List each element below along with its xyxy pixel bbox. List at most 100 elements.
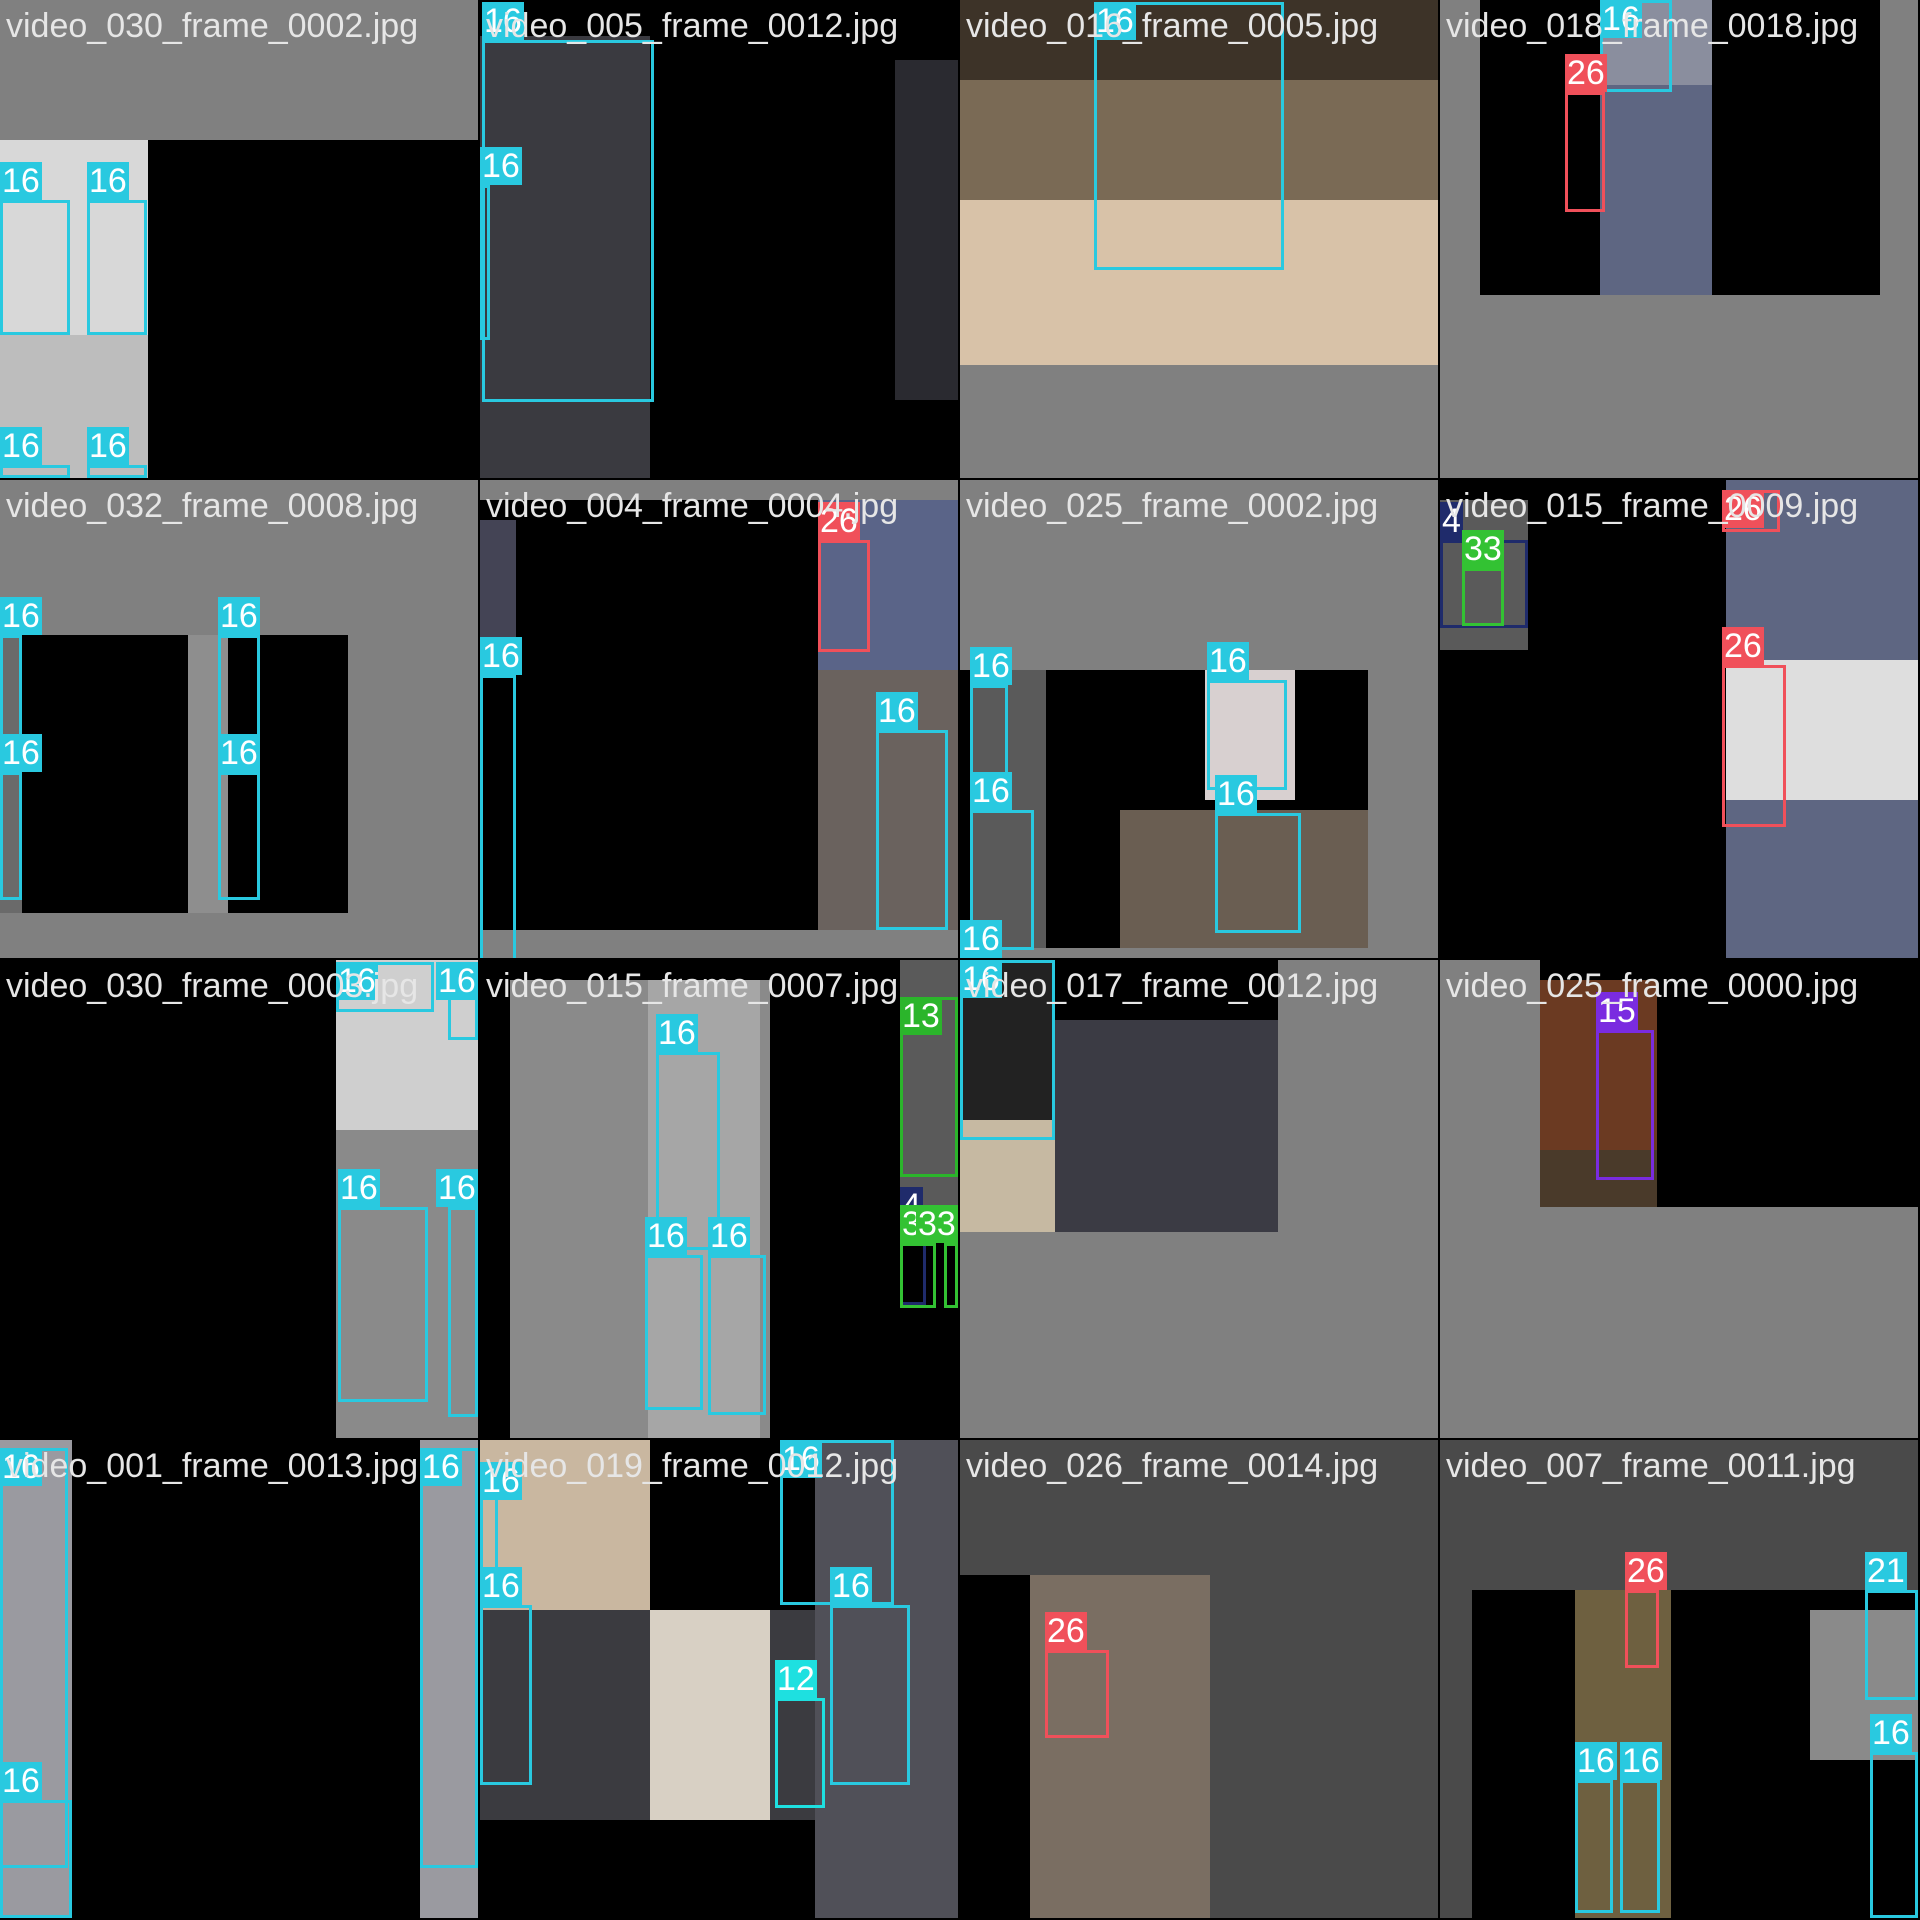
detection-box: [1722, 665, 1786, 827]
class-id-label: 16: [338, 1169, 380, 1207]
class-id-label: 26: [1625, 1552, 1667, 1590]
class-id-label: 21: [1865, 1552, 1907, 1590]
tile-filename: video_030_frame_0003.jpg: [6, 967, 419, 1005]
tile-filename: video_017_frame_0012.jpg: [966, 967, 1379, 1005]
class-id-label: 12: [775, 1660, 817, 1698]
mosaic-tile[interactable]: video_018_frame_0018.jpg 16 26: [1440, 0, 1918, 478]
detection-box: [448, 1207, 478, 1417]
class-id-label: 13: [900, 997, 942, 1035]
mosaic-grid: video_030_frame_0002.jpg 16 16 16 16 video_00…: [0, 0, 1920, 1920]
class-id-label: 16: [480, 1567, 522, 1605]
detection-box: [1462, 568, 1504, 626]
detection-box: [0, 1800, 72, 1918]
detection-box: [338, 1207, 428, 1402]
tile-filename: video_030_frame_0002.jpg: [6, 7, 419, 45]
detection-box: [830, 1605, 910, 1785]
mosaic-tile[interactable]: video_007_frame_0011.jpg 26 21 16 16 16: [1440, 1440, 1918, 1918]
class-id-label: 16: [0, 734, 42, 772]
tile-filename: video_015_frame_0007.jpg: [486, 967, 899, 1005]
tile-filename: video_007_frame_0011.jpg: [1446, 1447, 1856, 1485]
tile-filename: video_025_frame_0002.jpg: [966, 487, 1379, 525]
mosaic-tile[interactable]: video_004_frame_0004.jpg 26 16 16: [480, 480, 958, 958]
class-id-label: 16: [1215, 775, 1257, 813]
class-id-label: 16: [970, 647, 1012, 685]
class-id-label: 16: [480, 637, 522, 675]
tile-filename: video_019_frame_0012.jpg: [486, 1447, 899, 1485]
detection-box: [1596, 1030, 1654, 1180]
detection-box: [1575, 1780, 1613, 1913]
class-id-label: 33: [916, 1205, 958, 1243]
mosaic-tile[interactable]: video_005_frame_0012.jpg 16 16: [480, 0, 958, 478]
detection-box: [480, 675, 516, 958]
class-id-label: 16: [0, 427, 42, 465]
class-id-label: 16: [656, 1014, 698, 1052]
class-id-label: 26: [1565, 54, 1607, 92]
tile-filename: video_018_frame_0018.jpg: [1446, 7, 1859, 45]
tile-filename: video_015_frame_0009.jpg: [1446, 487, 1859, 525]
mosaic-tile[interactable]: video_030_frame_0003.jpg 16 16 16 16: [0, 960, 478, 1438]
mosaic-tile[interactable]: video_016_frame_0005.jpg 16: [960, 0, 1438, 478]
class-id-label: 26: [1722, 627, 1764, 665]
tile-filename: video_005_frame_0012.jpg: [486, 7, 899, 45]
class-id-label: 16: [0, 597, 42, 635]
class-id-label: 16: [87, 162, 129, 200]
class-id-label: 33: [1462, 530, 1504, 568]
detection-box: [420, 1448, 478, 1868]
mosaic-tile[interactable]: video_025_frame_0002.jpg 16 16 16 16 16: [960, 480, 1438, 958]
detection-box: [944, 1243, 958, 1308]
class-id-label: 16: [1575, 1742, 1617, 1780]
mosaic-tile[interactable]: video_026_frame_0014.jpg 26: [960, 1440, 1438, 1918]
tile-filename: video_004_frame_0004.jpg: [486, 487, 899, 525]
tile-filename: video_025_frame_0000.jpg: [1446, 967, 1859, 1005]
detection-box: [87, 200, 147, 335]
mosaic-tile[interactable]: video_032_frame_0008.jpg 16 16 16 16: [0, 480, 478, 958]
detection-box: [480, 185, 490, 340]
class-id-label: 16: [218, 597, 260, 635]
class-id-label: 26: [1045, 1612, 1087, 1650]
class-id-label: 16: [480, 147, 522, 185]
detection-box: [900, 1243, 936, 1308]
class-id-label: 16: [436, 962, 478, 1000]
detection-box: [1045, 1650, 1109, 1738]
detection-box: [87, 465, 147, 478]
image-region: [0, 635, 348, 913]
image-region: [650, 1610, 770, 1820]
mosaic-tile[interactable]: video_015_frame_0007.jpg1316433331616: [480, 960, 958, 1438]
detection-box: [0, 200, 70, 335]
class-id-label: 16: [970, 772, 1012, 810]
mosaic-tile[interactable]: video_019_frame_0012.jpg 16 16 16 16 12: [480, 1440, 958, 1918]
detection-box: [482, 40, 654, 402]
mosaic-tile[interactable]: video_025_frame_0000.jpg 15: [1440, 960, 1918, 1438]
class-id-label: 16: [218, 734, 260, 772]
detection-box: [708, 1255, 766, 1415]
detection-box: [1215, 813, 1301, 933]
detection-box: [876, 730, 948, 930]
mosaic-tile[interactable]: video_017_frame_0012.jpg 16: [960, 960, 1438, 1438]
image-region: [895, 60, 958, 400]
detection-box: [1620, 1780, 1660, 1913]
class-id-label: 16: [87, 427, 129, 465]
class-id-label: 16: [645, 1217, 687, 1255]
mosaic-tile[interactable]: video_030_frame_0002.jpg 16 16 16 16: [0, 0, 478, 478]
class-id-label: 16: [0, 1762, 42, 1800]
detection-box: [0, 465, 70, 478]
tile-filename: video_016_frame_0005.jpg: [966, 7, 1379, 45]
detection-box: [645, 1255, 703, 1410]
tile-filename: video_001_frame_0013.jpg: [6, 1447, 419, 1485]
class-id-label: 16: [436, 1169, 478, 1207]
detection-box: [775, 1698, 825, 1808]
detection-box: [0, 772, 22, 900]
detection-box: [1207, 680, 1287, 790]
class-id-label: 16: [708, 1217, 750, 1255]
class-id-label: 16: [1870, 1714, 1912, 1752]
class-id-label: 16: [876, 692, 918, 730]
class-id-label: 16: [830, 1567, 872, 1605]
class-id-label: 16: [1207, 642, 1249, 680]
detection-box: [1565, 92, 1605, 212]
mosaic-tile[interactable]: video_015_frame_0009.jpg 4 33 26 26: [1440, 480, 1918, 958]
detection-box: [1625, 1590, 1659, 1668]
class-id-label: 16: [960, 920, 1002, 958]
image-region: [1600, 85, 1712, 295]
class-id-label: 16: [1620, 1742, 1662, 1780]
mosaic-tile[interactable]: video_001_frame_0013.jpg 16 16 16: [0, 1440, 478, 1918]
